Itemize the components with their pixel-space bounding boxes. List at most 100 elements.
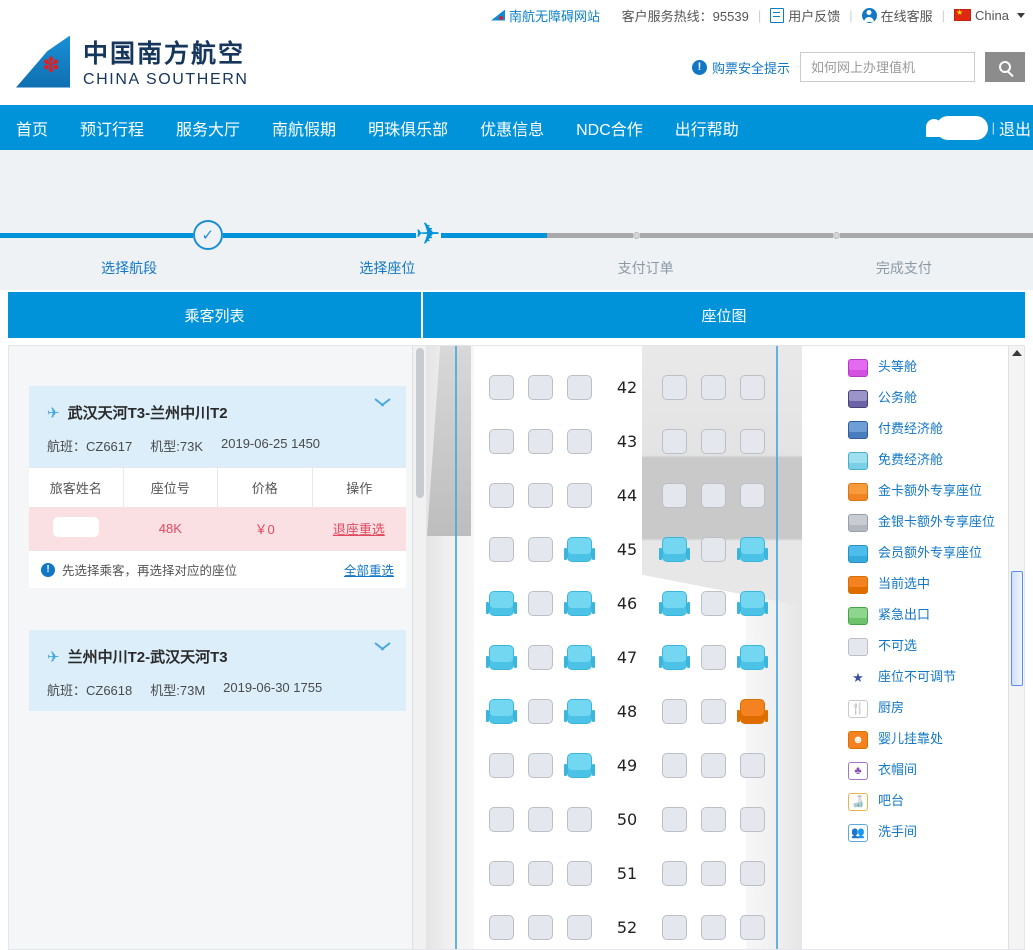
legend-item: 👥 洗手间 — [848, 823, 1008, 842]
divider — [609, 8, 613, 23]
seat-45B — [528, 537, 553, 562]
feedback-icon — [770, 8, 784, 23]
flight-route-label: 兰州中川T2-武汉天河T3 — [68, 646, 228, 667]
flight-meta: 航班：CZ6618 机型:73M 2019-06-30 1755 — [47, 680, 388, 699]
accessibility-site-link[interactable]: 南航无障碍网站 — [491, 6, 600, 25]
chevron-down-icon[interactable] — [375, 642, 390, 651]
seat-map-scrollbar[interactable] — [1008, 346, 1024, 949]
legend-item-label: 金卡额外专享座位 — [878, 482, 982, 499]
seat-48A[interactable] — [489, 699, 514, 724]
info-icon: ! — [41, 563, 55, 577]
legend-item-label: 座位不可调节 — [878, 668, 956, 685]
step-label-select-flight: 选择航段 — [0, 258, 258, 278]
nav-item-home[interactable]: 首页 — [0, 116, 64, 140]
username-redacted[interactable] — [936, 116, 988, 140]
scrollbar-thumb[interactable] — [1011, 571, 1023, 686]
seat-48K[interactable] — [740, 699, 765, 724]
seat-46H[interactable] — [662, 591, 687, 616]
seat-row-number: 51 — [599, 864, 655, 883]
seat-47A[interactable] — [489, 645, 514, 670]
passenger-seat-number: 48K — [123, 511, 217, 546]
cloakroom-icon: ♣ — [848, 762, 868, 780]
reset-all-link[interactable]: 全部重选 — [344, 560, 394, 579]
top-utility-bar: 南航无障碍网站 客户服务热线：95539 | 用户反馈 | 在线客服 | Chi… — [0, 0, 1033, 30]
tab-passenger-list[interactable]: 乘客列表 — [8, 292, 423, 338]
seat-row-number: 43 — [599, 432, 655, 451]
seat-selection-page: 南航无障碍网站 客户服务热线：95539 | 用户反馈 | 在线客服 | Chi… — [0, 0, 1033, 950]
seat-row-number: 50 — [599, 810, 655, 829]
search-row: ! 购票安全提示 — [692, 52, 1025, 82]
flight-card-return: ✈ 兰州中川T2-武汉天河T3 航班：CZ6618 机型:73M 2019-06… — [29, 630, 406, 711]
seat-44A — [489, 483, 514, 508]
scroll-up-arrow-icon[interactable] — [1012, 350, 1022, 356]
seat-legend: 头等舱公务舱付费经济舱免费经济舱金卡额外专享座位金银卡额外专享座位会员额外专享座… — [848, 346, 1008, 854]
seat-42B — [528, 375, 553, 400]
nav-item-ndc[interactable]: NDC合作 — [560, 116, 659, 140]
nav-item-offers[interactable]: 优惠信息 — [464, 116, 560, 140]
seat-46C[interactable] — [567, 591, 592, 616]
seat-44H — [662, 483, 687, 508]
exclamation-icon: ! — [692, 60, 707, 75]
seat-47H[interactable] — [662, 645, 687, 670]
flight-card-header: ✈ 兰州中川T2-武汉天河T3 航班：CZ6618 机型:73M 2019-06… — [29, 630, 406, 711]
legend-item-label: 洗手间 — [878, 823, 917, 840]
scrollbar-thumb[interactable] — [416, 348, 424, 498]
seat-46K[interactable] — [740, 591, 765, 616]
passenger-table: 旅客姓名 座位号 价格 操作 48K ￥0 退座重选 — [29, 467, 406, 588]
seat-gold-card-icon — [848, 483, 868, 501]
seat-49C[interactable] — [567, 753, 592, 778]
legend-item-label: 紧急出口 — [878, 606, 930, 623]
stepper-segment — [840, 233, 1033, 238]
cabin-rail-left — [455, 346, 457, 949]
logout-link[interactable]: 退出 — [999, 116, 1031, 140]
panel-tabs: 乘客列表 座位图 — [8, 292, 1025, 338]
seat-44B — [528, 483, 553, 508]
region-selector[interactable]: China — [954, 8, 1025, 23]
seat-50B — [528, 807, 553, 832]
seat-47C[interactable] — [567, 645, 592, 670]
step-label-select-seat: 选择座位 — [258, 258, 516, 278]
bar-icon: 🍶 — [848, 793, 868, 811]
table-row[interactable]: 48K ￥0 退座重选 — [29, 507, 406, 550]
headset-person-icon — [862, 8, 877, 23]
restroom-icon: 👥 — [848, 824, 868, 842]
legend-item: ★座位不可调节 — [848, 668, 1008, 687]
user-feedback-link[interactable]: 用户反馈 — [770, 6, 840, 25]
search-button[interactable] — [985, 52, 1025, 82]
online-service-link[interactable]: 在线客服 — [862, 6, 933, 25]
seat-46A[interactable] — [489, 591, 514, 616]
seat-45H[interactable] — [662, 537, 687, 562]
seat-row-number: 52 — [599, 918, 655, 937]
seat-45K[interactable] — [740, 537, 765, 562]
selection-hint-label: 先选择乘客，再选择对应的座位 — [62, 560, 237, 579]
legend-item: 金卡额外专享座位 — [848, 482, 1008, 501]
passenger-panel-scrollbar[interactable] — [412, 346, 426, 949]
flight-route-label: 武汉天河T3-兰州中川T2 — [68, 402, 228, 423]
seat-51A — [489, 861, 514, 886]
divider: | — [942, 8, 945, 23]
seat-51K — [740, 861, 765, 886]
stepper-labels: 选择航段 选择座位 支付订单 完成支付 — [0, 258, 1033, 278]
reselect-seat-link[interactable]: 退座重选 — [312, 509, 406, 548]
chevron-down-icon[interactable] — [375, 398, 390, 407]
search-box[interactable] — [800, 52, 975, 82]
hotline-text: 客户服务热线：95539 — [622, 6, 749, 25]
ticket-safety-tip-link[interactable]: ! 购票安全提示 — [692, 58, 790, 77]
seat-unavailable-icon — [848, 638, 868, 656]
nav-item-holidays[interactable]: 南航假期 — [256, 116, 352, 140]
brand-logo[interactable]: ✽ 中国南方航空 CHINA SOUTHERN — [16, 34, 249, 89]
seat-48H — [662, 699, 687, 724]
seat-48C[interactable] — [567, 699, 592, 724]
nav-item-travel-help[interactable]: 出行帮助 — [659, 116, 755, 140]
nav-item-sky-pearl[interactable]: 明珠俱乐部 — [352, 116, 464, 140]
search-input[interactable] — [809, 59, 966, 76]
seat-47K[interactable] — [740, 645, 765, 670]
seat-48J — [701, 699, 726, 724]
tab-seat-map[interactable]: 座位图 — [423, 292, 1025, 338]
nav-item-booking[interactable]: 预订行程 — [64, 116, 160, 140]
seat-gold-silver-card-icon — [848, 514, 868, 532]
seat-45C[interactable] — [567, 537, 592, 562]
nav-item-services[interactable]: 服务大厅 — [160, 116, 256, 140]
nav-divider: | — [992, 120, 995, 135]
legend-item-label: 会员额外专享座位 — [878, 544, 982, 561]
